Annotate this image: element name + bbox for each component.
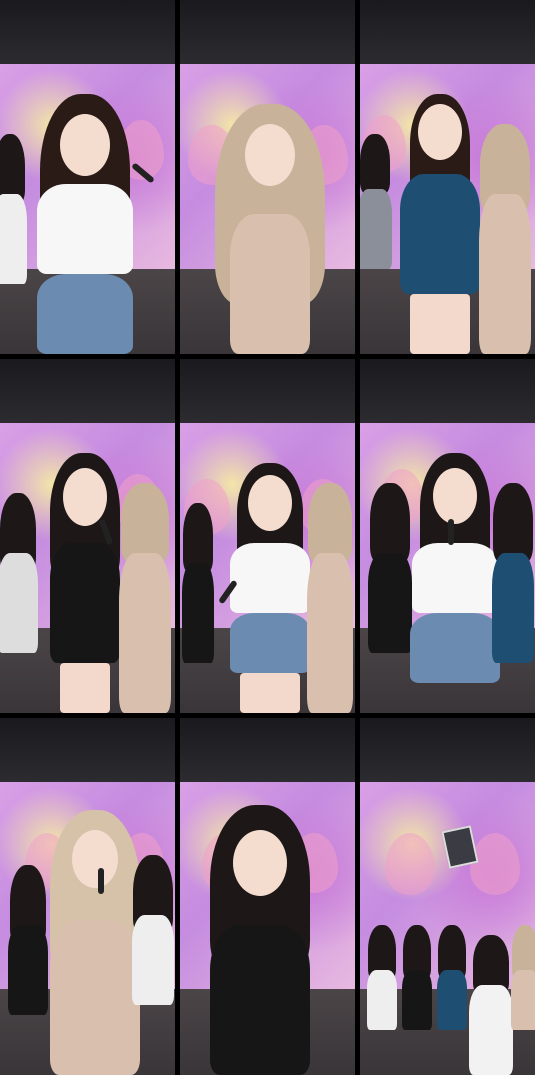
- microphone-icon: [98, 868, 104, 894]
- performer-seated-3: [435, 925, 469, 1075]
- video-tile-r2c2[interactable]: [180, 359, 355, 713]
- ceiling: [180, 718, 355, 783]
- ceiling: [360, 359, 535, 423]
- ceiling: [180, 359, 355, 423]
- video-tile-r2c1[interactable]: [0, 359, 175, 713]
- ceiling: [360, 0, 535, 64]
- ceiling: [0, 718, 175, 783]
- video-tile-r1c1[interactable]: [0, 0, 175, 354]
- performer-main: [25, 94, 145, 354]
- performer-right: [305, 483, 355, 713]
- video-tile-r1c2[interactable]: [180, 0, 355, 354]
- performer-left: [180, 503, 216, 713]
- performer-right: [115, 483, 175, 713]
- performer-seated-5: [510, 925, 535, 1075]
- microphone-icon: [448, 519, 454, 545]
- video-tile-r3c2[interactable]: [180, 718, 355, 1075]
- video-tile-r2c3[interactable]: [360, 359, 535, 713]
- performer-seated-2: [400, 925, 434, 1075]
- performer-left: [0, 493, 40, 713]
- ceiling: [0, 0, 175, 64]
- performer-right: [490, 483, 535, 713]
- performer-right: [130, 855, 175, 1075]
- performer-main: [205, 104, 335, 354]
- video-tile-r3c3[interactable]: [360, 718, 535, 1075]
- video-tile-r3c1[interactable]: [0, 718, 175, 1075]
- performer-seated-4: [468, 935, 514, 1075]
- performer-right: [475, 124, 535, 354]
- ceiling: [360, 718, 535, 783]
- performer-main: [195, 805, 325, 1075]
- performer-seated-1: [365, 925, 399, 1075]
- ceiling: [0, 359, 175, 423]
- video-tile-r1c3[interactable]: [360, 0, 535, 354]
- video-grid: [0, 0, 535, 1075]
- ceiling: [180, 0, 355, 64]
